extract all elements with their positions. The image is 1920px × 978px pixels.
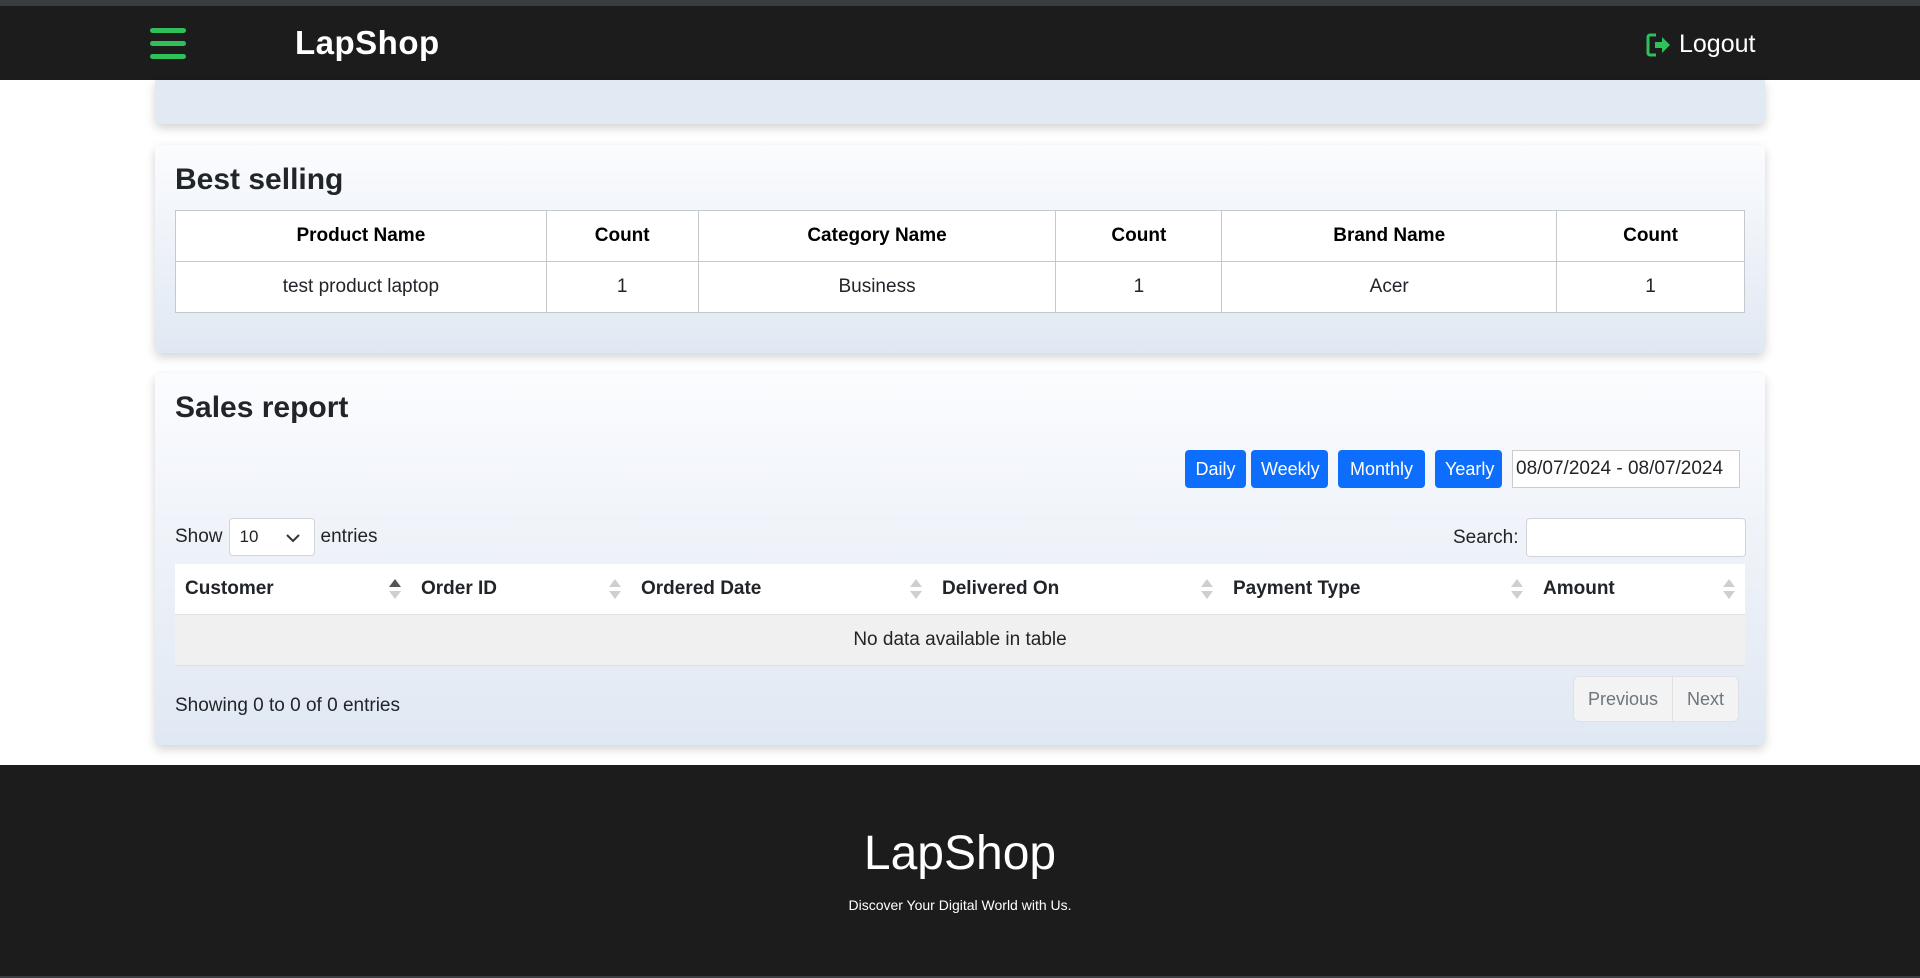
sort-icon [1201,579,1213,601]
cell-category-count: 1 [1055,261,1223,313]
cell-brand-count: 1 [1556,261,1745,313]
col-brand-name: Brand Name [1221,210,1558,262]
col-ordered-date-label: Ordered Date [641,577,762,599]
navbar: LapShop Logout [0,6,1920,80]
col-ordered-date[interactable]: Ordered Date [631,564,932,615]
sort-icon [1511,579,1523,601]
menu-icon[interactable] [150,28,186,60]
best-selling-table: Product Name Count Category Name Count B… [175,210,1745,313]
cell-product-count: 1 [545,261,699,313]
pagination: Previous Next [1573,676,1740,722]
col-payment-type[interactable]: Payment Type [1223,564,1533,615]
best-selling-card: Best selling Product Name Count Category… [155,145,1765,353]
daily-filter-button[interactable]: Daily [1185,450,1246,488]
cell-product-name: test product laptop [175,261,547,313]
col-customer-label: Customer [185,577,274,599]
sales-report-table: Customer Order ID Ordered Date Delivered… [175,564,1745,666]
col-category-name: Category Name [697,210,1057,262]
col-payment-type-label: Payment Type [1233,577,1361,599]
previous-card-bottom [155,80,1765,124]
search-control: Search: [1453,518,1747,557]
search-input[interactable] [1526,518,1747,557]
footer-brand: LapShop [863,827,1057,880]
sort-ascending-icon [389,579,401,601]
cell-category-name: Business [697,261,1057,313]
entries-label: entries [320,526,378,547]
empty-table-message: No data available in table [175,614,1745,666]
sort-icon [910,579,922,601]
col-delivered-on-label: Delivered On [942,577,1060,599]
sales-header-row: Customer Order ID Ordered Date Delivered… [175,564,1745,615]
col-customer[interactable]: Customer [175,564,411,615]
col-category-count: Count [1055,210,1223,262]
show-label: Show [175,526,223,547]
entries-length-control: Show 10 entries [175,518,378,556]
chevron-down-icon [285,534,300,543]
best-selling-header-row: Product Name Count Category Name Count B… [175,210,1745,262]
sort-icon [1723,579,1735,601]
sales-report-title: Sales report [175,391,349,424]
footer: LapShop Discover Your Digital World with… [0,765,1920,978]
monthly-filter-button[interactable]: Monthly [1338,450,1425,488]
col-amount-label: Amount [1543,577,1615,599]
previous-page-button[interactable]: Previous [1574,677,1672,721]
sign-out-icon [1646,33,1670,56]
table-row: test product laptop 1 Business 1 Acer 1 [175,261,1745,313]
col-order-id-label: Order ID [421,577,498,599]
footer-tagline: Discover Your Digital World with Us. [848,897,1072,913]
col-amount[interactable]: Amount [1533,564,1745,615]
cell-brand-name: Acer [1221,261,1558,313]
entries-select[interactable]: 10 [228,518,315,556]
yearly-filter-button[interactable]: Yearly [1435,450,1502,488]
col-delivered-on[interactable]: Delivered On [932,564,1223,615]
best-selling-title: Best selling [175,163,344,196]
col-product-name: Product Name [175,210,547,262]
col-order-id[interactable]: Order ID [411,564,631,615]
col-product-count: Count [545,210,699,262]
next-page-button[interactable]: Next [1672,677,1738,721]
search-label: Search: [1453,526,1519,548]
col-brand-count: Count [1556,210,1745,262]
weekly-filter-button[interactable]: Weekly [1251,450,1328,488]
logout-label: Logout [1679,30,1756,58]
table-row: No data available in table [175,614,1745,666]
entries-select-value: 10 [239,527,259,546]
logout-button[interactable]: Logout [1646,30,1755,59]
table-info: Showing 0 to 0 of 0 entries [175,695,400,716]
sort-icon [609,579,621,601]
sales-report-card: Sales report Daily Weekly Monthly Yearly… [155,373,1765,745]
date-range-input[interactable]: 08/07/2024 - 08/07/2024 [1512,450,1740,488]
brand-logo[interactable]: LapShop [295,24,440,62]
